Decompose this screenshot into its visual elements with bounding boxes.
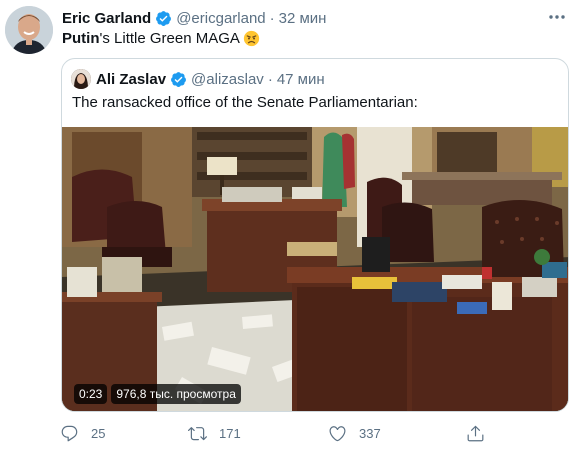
video-duration: 0:23 bbox=[74, 384, 108, 404]
verified-badge-icon bbox=[156, 10, 172, 26]
quoted-tweet-header: Ali Zaslav @alizaslav · 47 мин bbox=[71, 69, 325, 89]
share-button[interactable] bbox=[466, 422, 497, 444]
tweet: Eric Garland @ericgarland · 32 мин Putin… bbox=[0, 0, 584, 461]
share-icon bbox=[467, 425, 484, 441]
tweet-actions: 25 171 337 bbox=[58, 422, 498, 444]
angry-face-emoji-icon bbox=[243, 30, 260, 47]
separator-dot: · bbox=[269, 9, 275, 27]
tweet-timestamp[interactable]: 32 мин bbox=[279, 10, 327, 27]
tweet-text-rest: 's Little Green MAGA bbox=[99, 30, 240, 47]
quoted-separator-dot: · bbox=[267, 70, 273, 88]
tweet-text-bold: Putin bbox=[62, 30, 100, 47]
reply-button[interactable]: 25 bbox=[60, 422, 105, 444]
video-player[interactable]: 0:23 976,8 тыс. просмотра bbox=[62, 127, 568, 411]
quoted-timestamp: 47 мин bbox=[276, 70, 325, 88]
author-avatar[interactable] bbox=[5, 6, 53, 54]
tweet-header: Eric Garland @ericgarland · 32 мин bbox=[62, 9, 326, 27]
heart-icon bbox=[329, 425, 346, 441]
like-count: 337 bbox=[359, 425, 381, 441]
quoted-author-avatar bbox=[71, 69, 91, 89]
quoted-tweet-text: The ransacked office of the Senate Parli… bbox=[72, 94, 418, 111]
quoted-tweet[interactable]: Ali Zaslav @alizaslav · 47 мин The ransa… bbox=[61, 58, 569, 412]
like-button[interactable]: 337 bbox=[328, 422, 381, 444]
retweet-button[interactable]: 171 bbox=[188, 422, 241, 444]
quoted-verified-badge-icon bbox=[171, 71, 186, 87]
tweet-text: Putin's Little Green MAGA bbox=[62, 29, 260, 48]
video-view-count: 976,8 тыс. просмотра bbox=[111, 384, 241, 404]
author-name[interactable]: Eric Garland bbox=[62, 10, 151, 27]
quoted-author-handle: @alizaslav bbox=[191, 70, 264, 88]
retweet-icon bbox=[188, 426, 207, 440]
author-handle[interactable]: @ericgarland bbox=[176, 10, 265, 27]
video-overlay: 0:23 976,8 тыс. просмотра bbox=[74, 384, 241, 404]
reply-count: 25 bbox=[91, 425, 106, 441]
reply-icon bbox=[61, 425, 78, 441]
video-thumbnail bbox=[62, 127, 568, 411]
quoted-author-name: Ali Zaslav bbox=[96, 70, 167, 88]
retweet-count: 171 bbox=[219, 425, 241, 441]
more-icon[interactable] bbox=[546, 9, 568, 25]
